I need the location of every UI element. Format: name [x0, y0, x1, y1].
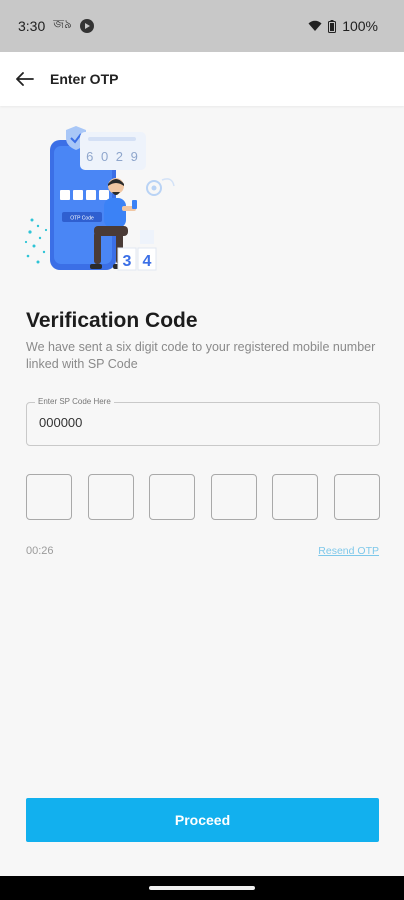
status-left: 3:30 জ৯ — [18, 16, 94, 36]
otp-digit-2[interactable] — [87, 474, 134, 520]
status-language-glyph: জ৯ — [53, 17, 72, 31]
sp-code-input[interactable] — [39, 415, 359, 430]
verification-heading: Verification Code — [26, 309, 198, 332]
status-time: 3:30 — [18, 18, 46, 34]
otp-digit-6[interactable] — [333, 474, 380, 520]
resend-otp-link[interactable]: Resend OTP — [318, 545, 379, 557]
phone-otp-button-label: OTP Code — [70, 216, 94, 222]
status-right: 100% — [308, 18, 378, 34]
floor-digit-4: 4 — [143, 253, 152, 270]
page-title: Enter OTP — [50, 71, 119, 87]
home-indicator[interactable] — [149, 886, 255, 890]
otp-digit-5[interactable] — [272, 474, 319, 520]
otp-digit-1[interactable] — [26, 474, 72, 520]
back-button[interactable] — [14, 68, 36, 90]
verification-description: We have sent a six digit code to your re… — [26, 340, 376, 371]
sp-code-field[interactable]: Enter SP Code Here — [26, 397, 380, 446]
countdown-timer: 00:26 — [26, 545, 54, 557]
code-bubble-digits: 6 0 2 9 — [86, 149, 140, 164]
sp-code-label: Enter SP Code Here — [35, 397, 114, 406]
otp-digit-3[interactable] — [149, 474, 196, 520]
battery-percent: 100% — [342, 18, 378, 34]
otp-illustration: OTP Code 6 0 2 9 3 4 — [24, 126, 175, 271]
wifi-icon — [308, 20, 322, 31]
otp-digit-4[interactable] — [210, 474, 257, 520]
app-bar: Enter OTP — [0, 52, 404, 106]
floor-digit-3: 3 — [123, 253, 132, 270]
status-bar: 3:30 জ৯ 100% — [0, 0, 404, 52]
gear-icon — [146, 178, 175, 196]
play-icon — [79, 19, 94, 33]
arrow-left-icon — [16, 72, 34, 86]
otp-input-row — [26, 474, 380, 520]
battery-icon — [328, 19, 337, 33]
proceed-button[interactable]: Proceed — [26, 798, 379, 842]
sparkles-decoration — [24, 218, 48, 264]
